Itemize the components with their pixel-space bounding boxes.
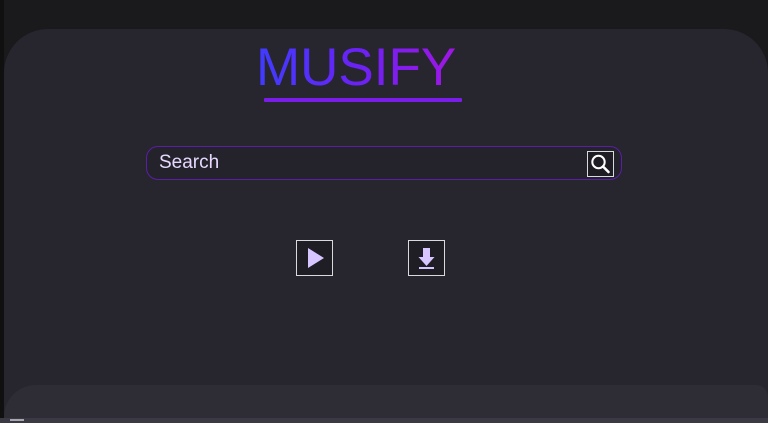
search-icon xyxy=(591,154,610,174)
search-input[interactable] xyxy=(159,151,579,175)
taskbar-indicator xyxy=(10,419,24,421)
app-window: MUSIFY xyxy=(0,0,768,423)
download-icon xyxy=(418,248,435,269)
search-button[interactable] xyxy=(587,151,614,177)
play-button[interactable] xyxy=(296,240,333,276)
logo-underline xyxy=(264,98,462,102)
search-bar xyxy=(146,146,622,180)
app-logo: MUSIFY xyxy=(256,38,457,97)
play-icon xyxy=(308,248,324,268)
download-button[interactable] xyxy=(408,240,445,276)
bottom-strip xyxy=(0,418,768,423)
